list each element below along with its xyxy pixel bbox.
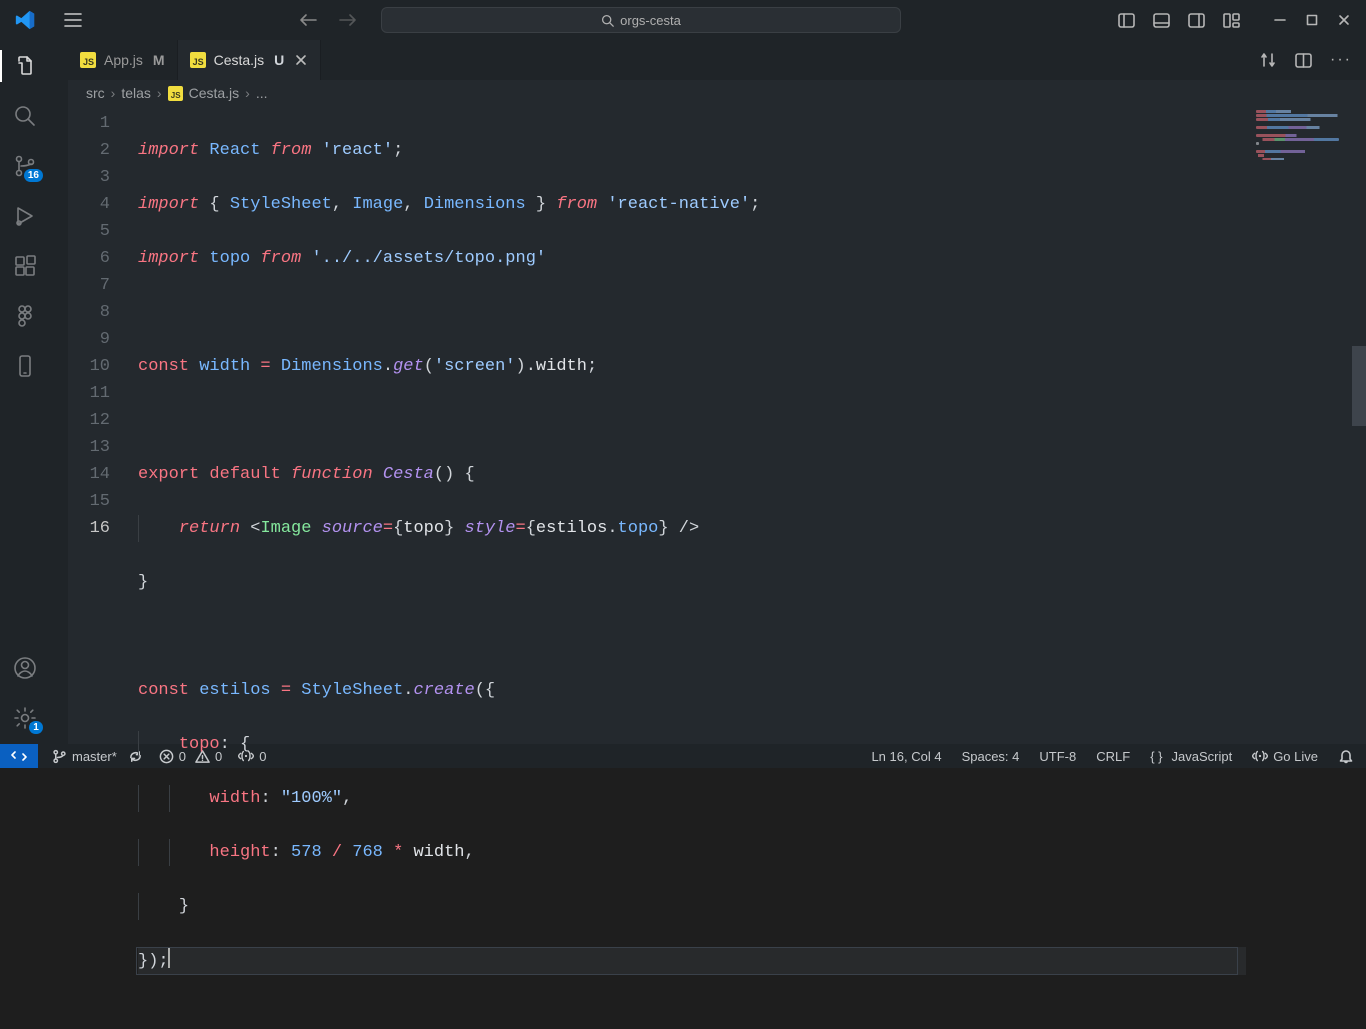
tab-actions: ··· xyxy=(1259,40,1366,80)
breadcrumbs[interactable]: src › telas › JS Cesta.js › ... xyxy=(68,80,1366,106)
device-icon[interactable] xyxy=(13,354,37,378)
minimap[interactable] xyxy=(1246,106,1366,744)
breadcrumb-segment[interactable]: ... xyxy=(256,85,268,101)
activity-bar: 16 1 xyxy=(0,40,50,744)
breadcrumb-segment[interactable]: telas xyxy=(121,85,151,101)
explorer-icon[interactable] xyxy=(13,54,37,78)
layout-sidebar-right-icon[interactable] xyxy=(1188,13,1205,28)
breadcrumb-segment[interactable]: src xyxy=(86,85,105,101)
overview-ruler[interactable] xyxy=(1352,106,1366,744)
tab-label: Cesta.js xyxy=(214,52,265,68)
workbench: 16 1 JS App.js M xyxy=(0,40,1366,744)
tab-modified-indicator: M xyxy=(153,52,165,68)
nav-back-icon[interactable] xyxy=(299,13,317,27)
code-area: 1234 5678 9101112 13141516 import React … xyxy=(68,106,1366,744)
notifications-icon[interactable] xyxy=(1338,748,1354,764)
customize-layout-icon[interactable] xyxy=(1223,13,1240,28)
line-number-gutter: 1234 5678 9101112 13141516 xyxy=(68,106,138,744)
js-file-icon: JS xyxy=(80,52,96,68)
chevron-right-icon: › xyxy=(157,85,162,101)
breadcrumb-segment[interactable]: Cesta.js xyxy=(189,85,240,101)
code-content[interactable]: import React from 'react'; import { Styl… xyxy=(138,106,1246,744)
split-editor-icon[interactable] xyxy=(1295,53,1312,68)
nav-forward-icon[interactable] xyxy=(339,13,357,27)
js-file-icon: JS xyxy=(168,86,183,101)
source-control-icon[interactable]: 16 xyxy=(13,154,37,178)
layout-sidebar-left-icon[interactable] xyxy=(1118,13,1135,28)
menu-icon[interactable] xyxy=(64,13,82,27)
go-live-button[interactable]: Go Live xyxy=(1252,749,1318,764)
command-center[interactable]: orgs-cesta xyxy=(381,7,901,33)
text-cursor xyxy=(168,947,170,968)
vscode-logo-icon xyxy=(8,9,36,31)
tab-close-icon[interactable] xyxy=(294,53,308,67)
command-center-text: orgs-cesta xyxy=(620,13,681,28)
tab-untracked-indicator: U xyxy=(274,52,284,68)
tab-app-js[interactable]: JS App.js M xyxy=(68,40,178,80)
more-actions-icon[interactable]: ··· xyxy=(1330,51,1352,69)
js-file-icon: JS xyxy=(190,52,206,68)
editor-tabs: JS App.js M JS Cesta.js U ··· xyxy=(68,40,1366,80)
title-actions xyxy=(1118,13,1358,28)
tab-label: App.js xyxy=(104,52,143,68)
scrollbar-slider[interactable] xyxy=(1352,346,1366,426)
window-minimize-icon[interactable] xyxy=(1274,14,1286,26)
run-debug-icon[interactable] xyxy=(13,204,37,228)
settings-gear-icon[interactable]: 1 xyxy=(13,706,37,730)
search-icon xyxy=(601,14,614,27)
layout-panel-icon[interactable] xyxy=(1153,13,1170,28)
tab-cesta-js[interactable]: JS Cesta.js U xyxy=(178,40,322,80)
chevron-right-icon: › xyxy=(245,85,250,101)
search-activity-icon[interactable] xyxy=(13,104,37,128)
figma-icon[interactable] xyxy=(13,304,37,328)
settings-badge: 1 xyxy=(29,721,43,734)
window-maximize-icon[interactable] xyxy=(1306,14,1318,26)
scm-badge: 16 xyxy=(24,169,43,182)
nav-arrows xyxy=(299,13,357,27)
sidebar-collapsed[interactable] xyxy=(50,40,68,744)
window-close-icon[interactable] xyxy=(1338,14,1350,26)
accounts-icon[interactable] xyxy=(13,656,37,680)
branch-name: master* xyxy=(72,749,117,764)
chevron-right-icon: › xyxy=(111,85,116,101)
extensions-icon[interactable] xyxy=(13,254,37,278)
compare-changes-icon[interactable] xyxy=(1259,51,1277,69)
git-branch-status[interactable]: master* xyxy=(52,749,143,764)
remote-button[interactable] xyxy=(0,744,38,768)
editor-group: JS App.js M JS Cesta.js U ··· src › tela… xyxy=(68,40,1366,744)
title-bar: orgs-cesta xyxy=(0,0,1366,40)
